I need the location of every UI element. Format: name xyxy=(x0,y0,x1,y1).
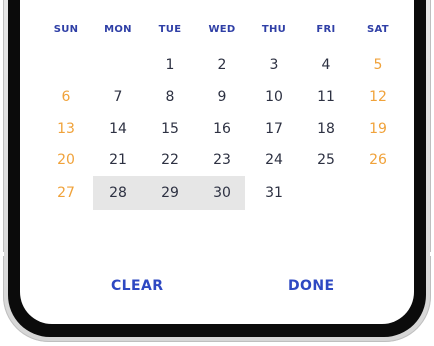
day-cell[interactable]: 24 xyxy=(248,143,300,177)
day-cell-weekend[interactable]: 5 xyxy=(352,48,404,82)
day-cell-weekend[interactable]: 13 xyxy=(40,112,92,146)
day-cell-weekend[interactable]: 27 xyxy=(40,176,92,210)
day-cell[interactable]: 22 xyxy=(144,143,196,177)
day-cell-empty xyxy=(40,48,92,82)
day-cell-empty xyxy=(352,176,404,210)
day-cell[interactable]: 3 xyxy=(248,48,300,82)
day-cell[interactable]: 18 xyxy=(300,112,352,146)
weekday-header-row: SUN MON TUE WED THU FRI SAT xyxy=(40,22,404,38)
day-cell[interactable]: 10 xyxy=(248,80,300,114)
day-cell-weekend[interactable]: 20 xyxy=(40,143,92,177)
done-button[interactable]: DONE xyxy=(288,278,334,294)
day-cell[interactable]: 7 xyxy=(92,80,144,114)
week-row-3: 13 14 15 16 17 18 19 xyxy=(40,112,404,146)
clear-button[interactable]: CLEAR xyxy=(111,278,163,294)
day-cell-selected[interactable]: 30 xyxy=(196,176,248,210)
weekday-thu: THU xyxy=(261,24,287,35)
day-cell[interactable]: 21 xyxy=(92,143,144,177)
day-cell[interactable]: 23 xyxy=(196,143,248,177)
day-cell[interactable]: 25 xyxy=(300,143,352,177)
week-row-2: 6 7 8 9 10 11 12 xyxy=(40,80,404,114)
day-cell[interactable]: 4 xyxy=(300,48,352,82)
weekday-fri: FRI xyxy=(316,24,336,35)
day-cell[interactable]: 31 xyxy=(248,176,300,210)
day-cell[interactable]: 16 xyxy=(196,112,248,146)
day-cell[interactable]: 11 xyxy=(300,80,352,114)
weekday-sat: SAT xyxy=(367,24,389,35)
weekday-tue: TUE xyxy=(158,24,182,35)
day-cell[interactable]: 9 xyxy=(196,80,248,114)
screenshot-canvas: SUN MON TUE WED THU FRI SAT 1 2 3 4 5 6 … xyxy=(0,0,434,346)
day-cell-selected[interactable]: 28 xyxy=(92,176,144,210)
date-picker-calendar: SUN MON TUE WED THU FRI SAT 1 2 3 4 5 6 … xyxy=(0,0,434,346)
day-cell-selected[interactable]: 29 xyxy=(144,176,196,210)
weekday-mon: MON xyxy=(104,24,132,35)
week-row-4: 20 21 22 23 24 25 26 xyxy=(40,143,404,177)
day-cell-weekend[interactable]: 26 xyxy=(352,143,404,177)
day-cell-weekend[interactable]: 19 xyxy=(352,112,404,146)
day-cell-weekend[interactable]: 12 xyxy=(352,80,404,114)
week-row-1: 1 2 3 4 5 xyxy=(40,48,404,82)
day-cell[interactable]: 2 xyxy=(196,48,248,82)
day-cell[interactable]: 15 xyxy=(144,112,196,146)
week-row-5: 27 28 29 30 31 xyxy=(40,176,404,210)
day-cell-empty xyxy=(92,48,144,82)
weekday-sun: SUN xyxy=(53,24,79,35)
day-cell[interactable]: 17 xyxy=(248,112,300,146)
day-cell[interactable]: 8 xyxy=(144,80,196,114)
day-cell-empty xyxy=(300,176,352,210)
day-cell[interactable]: 14 xyxy=(92,112,144,146)
day-cell-weekend[interactable]: 6 xyxy=(40,80,92,114)
day-cell[interactable]: 1 xyxy=(144,48,196,82)
weekday-wed: WED xyxy=(208,24,236,35)
